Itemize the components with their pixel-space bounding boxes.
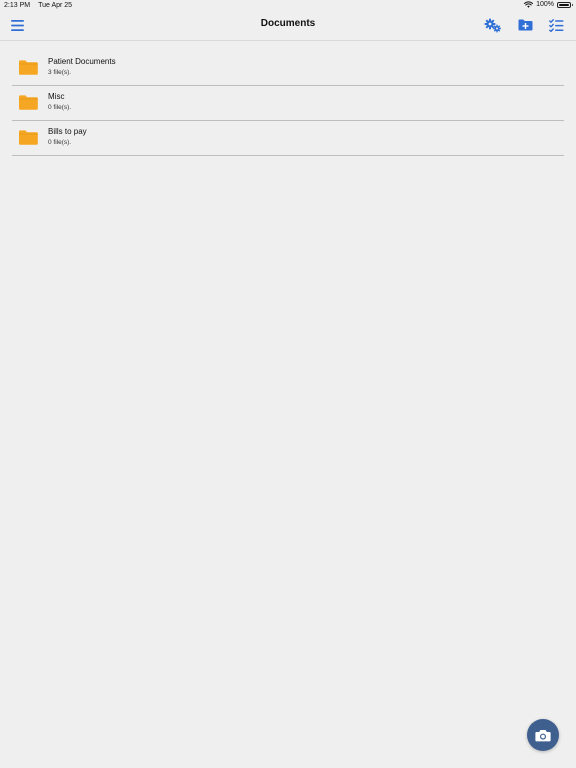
checklist-button[interactable] bbox=[547, 17, 565, 33]
nav-bar: Documents bbox=[0, 12, 576, 41]
camera-icon bbox=[535, 729, 551, 741]
checklist-icon bbox=[548, 18, 563, 32]
folder-file-count: 3 file(s). bbox=[48, 69, 72, 76]
folder-item-bills-to-pay[interactable]: Bills to pay 0 file(s). bbox=[12, 121, 564, 156]
document-list: Patient Documents 3 file(s). Misc 0 file… bbox=[12, 51, 564, 156]
battery-percent: 100% bbox=[536, 1, 554, 8]
status-date: Tue Apr 25 bbox=[38, 2, 73, 9]
status-right: 100% bbox=[524, 1, 573, 8]
folder-icon bbox=[19, 95, 38, 110]
status-left: 2:13 PM Tue Apr 25 bbox=[4, 2, 72, 9]
status-bar: 2:13 PM Tue Apr 25 100% bbox=[0, 0, 576, 12]
battery-fill bbox=[559, 3, 569, 6]
folder-item-patient-documents[interactable]: Patient Documents 3 file(s). bbox=[12, 51, 564, 86]
settings-button[interactable] bbox=[484, 17, 502, 33]
camera-button[interactable] bbox=[527, 719, 559, 751]
folder-file-count: 0 file(s). bbox=[48, 139, 72, 146]
folder-item-misc[interactable]: Misc 0 file(s). bbox=[12, 86, 564, 121]
folder-file-count: 0 file(s). bbox=[48, 104, 72, 111]
folder-name: Bills to pay bbox=[48, 127, 87, 136]
status-time: 2:13 PM bbox=[4, 2, 31, 9]
folder-icon bbox=[19, 60, 38, 75]
folder-name: Misc bbox=[48, 92, 65, 101]
new-folder-icon bbox=[518, 19, 532, 31]
folder-name: Patient Documents bbox=[48, 57, 116, 66]
wifi-icon bbox=[524, 1, 534, 8]
settings-gears-icon bbox=[484, 18, 501, 32]
new-folder-button[interactable] bbox=[516, 17, 534, 33]
battery-icon bbox=[557, 1, 573, 8]
folder-icon bbox=[19, 130, 38, 145]
